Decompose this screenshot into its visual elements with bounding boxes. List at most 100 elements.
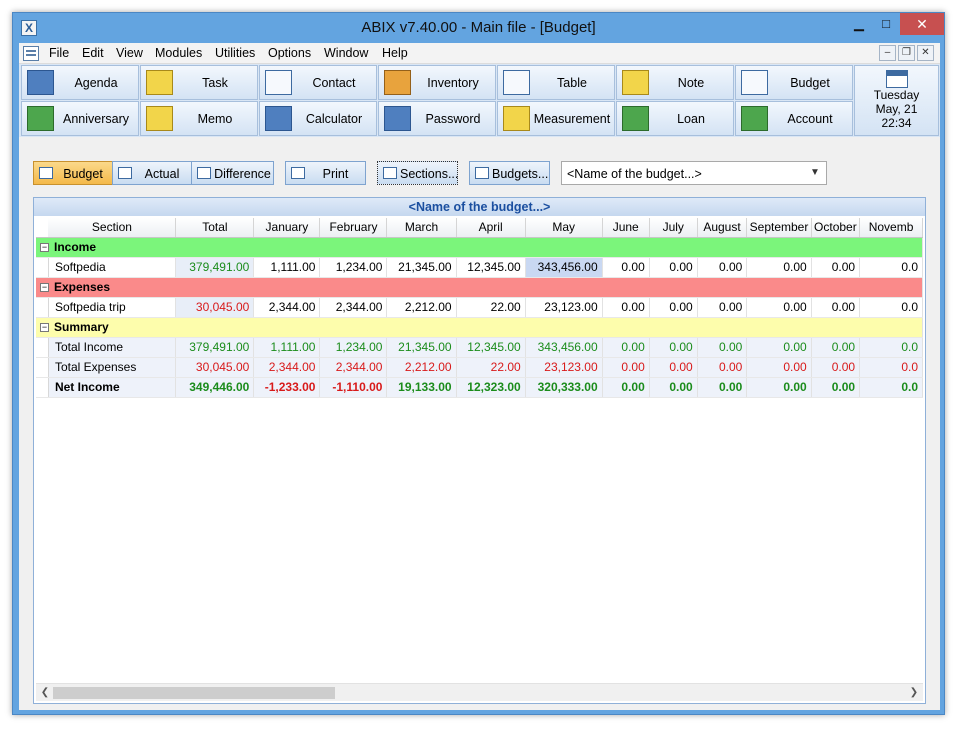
cell-february[interactable]: 2,344.00 [319,297,388,318]
col-january[interactable]: January [253,218,321,238]
cell-may[interactable]: 343,456.00 [525,337,603,358]
cell-august[interactable]: 0.00 [697,357,748,378]
menu-utilities[interactable]: Utilities [215,46,255,60]
cell-july[interactable]: 0.00 [649,257,698,278]
mdi-restore-button[interactable]: ❐ [898,45,915,61]
cell-november[interactable]: 0.0 [859,297,923,318]
cell-september[interactable]: 0.00 [746,297,812,318]
cell-september[interactable]: 0.00 [746,357,812,378]
cell-april[interactable]: 22.00 [456,297,526,318]
difference-view-button[interactable]: Difference [191,161,274,185]
cell-total[interactable]: 349,446.00 [175,377,255,398]
col-october[interactable]: October [811,218,861,238]
close-button[interactable]: ✕ [900,13,944,35]
memo-button[interactable]: Memo [140,101,258,136]
inventory-button[interactable]: Inventory [378,65,496,100]
row-name[interactable]: Total Expenses [47,357,177,378]
cell-february[interactable]: 1,234.00 [319,257,388,278]
cell-september[interactable]: 0.00 [746,337,812,358]
col-section[interactable]: Section [48,218,177,238]
collapse-icon[interactable]: − [40,243,49,253]
menu-view[interactable]: View [116,46,143,60]
document-menu-icon[interactable] [23,46,39,61]
table-row[interactable]: Total Income 379,491.00 1,111.00 1,234.0… [36,337,923,358]
cell-march[interactable]: 19,133.00 [386,377,457,398]
collapse-icon[interactable]: − [40,323,49,333]
budget-name-select[interactable]: <Name of the budget...> ▼ [561,161,827,185]
account-button[interactable]: Account [735,101,853,136]
table-row[interactable]: Net Income 349,446.00 -1,233.00 -1,110.0… [36,377,923,398]
contact-button[interactable]: Contact [259,65,377,100]
row-name[interactable]: Total Income [47,337,177,358]
menu-options[interactable]: Options [268,46,311,60]
table-row[interactable]: Softpedia 379,491.00 1,111.00 1,234.00 2… [36,257,923,278]
budget-module-button[interactable]: Budget [735,65,853,100]
title-bar[interactable]: X ABIX v7.40.00 - Main file - [Budget] ▁… [13,13,944,43]
col-july[interactable]: July [649,218,698,238]
date-display[interactable]: Tuesday May, 21 22:34 [854,65,939,136]
cell-february[interactable]: 1,234.00 [319,337,388,358]
menu-edit[interactable]: Edit [82,46,104,60]
cell-february[interactable]: 2,344.00 [319,357,388,378]
cell-february[interactable]: -1,110.00 [319,377,388,398]
cell-july[interactable]: 0.00 [649,357,698,378]
cell-may-selected[interactable]: 343,456.00 [525,257,603,278]
cell-october[interactable]: 0.00 [811,357,861,378]
col-september[interactable]: September [746,218,812,238]
note-button[interactable]: Note [616,65,734,100]
row-name[interactable]: Softpedia [47,257,177,278]
agenda-button[interactable]: Agenda [21,65,139,100]
cell-june[interactable]: 0.00 [602,257,650,278]
cell-january[interactable]: -1,233.00 [253,377,321,398]
cell-june[interactable]: 0.00 [602,357,650,378]
mdi-close-button[interactable]: ✕ [917,45,934,61]
cell-january[interactable]: 2,344.00 [253,297,321,318]
row-name[interactable]: Net Income [47,377,177,398]
cell-april[interactable]: 12,345.00 [456,257,526,278]
cell-july[interactable]: 0.00 [649,337,698,358]
cell-october[interactable]: 0.00 [811,297,861,318]
collapse-icon[interactable]: − [40,283,49,293]
cell-may[interactable]: 23,123.00 [525,297,603,318]
cell-march[interactable]: 2,212.00 [386,297,457,318]
col-february[interactable]: February [319,218,388,238]
menu-help[interactable]: Help [382,46,408,60]
group-summary-cell[interactable]: − Summary [36,317,923,338]
cell-october[interactable]: 0.00 [811,337,861,358]
cell-total[interactable]: 30,045.00 [175,357,255,378]
cell-april[interactable]: 12,345.00 [456,337,526,358]
budget-view-button[interactable]: Budget [33,161,113,185]
group-expenses-cell[interactable]: − Expenses [36,277,923,298]
cell-total[interactable]: 30,045.00 [175,297,255,318]
print-button[interactable]: Print [285,161,366,185]
group-expenses[interactable]: − Expenses [36,277,923,298]
cell-may[interactable]: 320,333.00 [525,377,603,398]
measurement-button[interactable]: Measurement [497,101,615,136]
cell-august[interactable]: 0.00 [697,297,748,318]
task-button[interactable]: Task [140,65,258,100]
cell-april[interactable]: 22.00 [456,357,526,378]
group-summary[interactable]: − Summary [36,317,923,338]
cell-april[interactable]: 12,323.00 [456,377,526,398]
chevron-down-icon[interactable]: ▼ [808,166,822,180]
mdi-minimize-button[interactable]: – [879,45,896,61]
cell-june[interactable]: 0.00 [602,297,650,318]
cell-july[interactable]: 0.00 [649,377,698,398]
cell-august[interactable]: 0.00 [697,377,748,398]
sections-button[interactable]: Sections... [377,161,458,185]
col-may[interactable]: May [525,218,603,238]
cell-august[interactable]: 0.00 [697,337,748,358]
cell-march[interactable]: 21,345.00 [386,257,457,278]
cell-total[interactable]: 379,491.00 [175,257,255,278]
row-name[interactable]: Softpedia trip [47,297,177,318]
cell-november[interactable]: 0.0 [859,337,923,358]
maximize-button[interactable]: □ [873,13,899,35]
cell-june[interactable]: 0.00 [602,377,650,398]
scroll-right-icon[interactable]: ❯ [907,686,921,700]
menu-file[interactable]: File [49,46,69,60]
anniversary-button[interactable]: Anniversary [21,101,139,136]
cell-september[interactable]: 0.00 [746,257,812,278]
col-november[interactable]: Novemb [859,218,923,238]
horizontal-scrollbar[interactable]: ❮ ❯ [36,683,923,701]
cell-march[interactable]: 21,345.00 [386,337,457,358]
